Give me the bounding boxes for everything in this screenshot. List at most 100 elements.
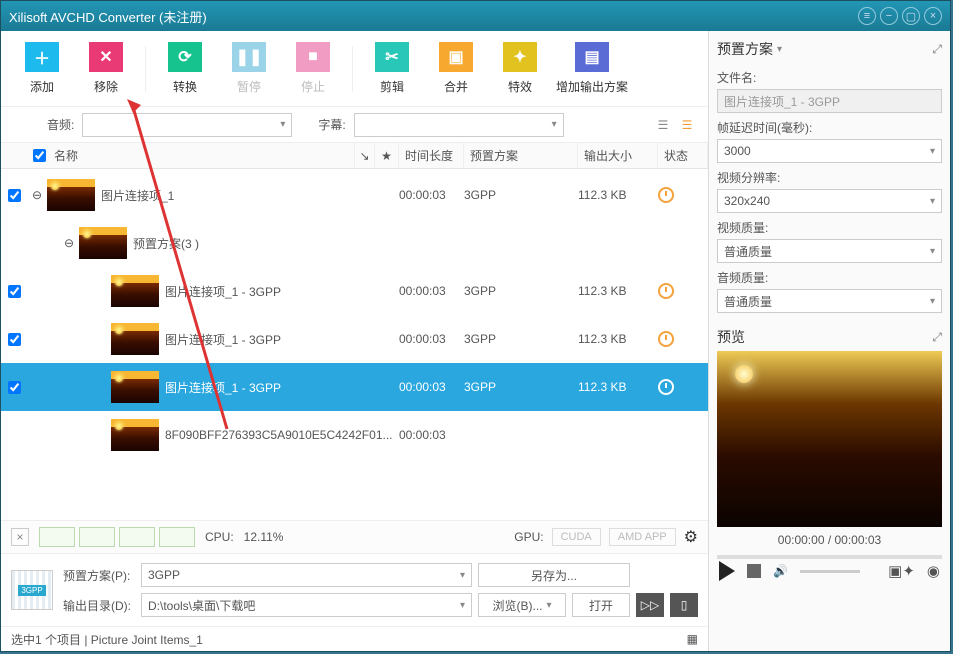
convert-start-button[interactable]: ▷▷ (636, 593, 664, 617)
view-list-icon[interactable]: ☰ (654, 117, 672, 133)
output-panel: 3GPP 预置方案(P): 3GPP▾ 另存为... 输出目录(D): D:\t… (1, 554, 708, 627)
col-star[interactable]: ★ (375, 143, 399, 168)
list-row[interactable]: 图片连接项_1 - 3GPP 00:00:03 3GPP 112.3 KB (1, 267, 708, 315)
row-preset: 3GPP (464, 380, 578, 394)
row-size: 112.3 KB (578, 332, 658, 346)
pause-button[interactable]: ❚❚暂停 (218, 42, 280, 95)
stop-button[interactable]: ■停止 (282, 42, 344, 95)
maximize-icon[interactable]: ▢ (902, 7, 920, 25)
cut-button[interactable]: ✂剪辑 (361, 42, 423, 95)
filename-label: 文件名: (717, 69, 942, 86)
expand-icon[interactable]: ⊖ (59, 236, 79, 250)
convert-button[interactable]: ⟳转换 (154, 42, 216, 95)
resolution-select[interactable]: 320x240▾ (717, 189, 942, 213)
close-cpu-icon[interactable]: × (11, 528, 29, 546)
delay-select[interactable]: 3000▾ (717, 139, 942, 163)
list-row[interactable]: 图片连接项_1 - 3GPP 00:00:03 3GPP 112.3 KB (1, 315, 708, 363)
cpu-row: × CPU:12.11% GPU: CUDA AMD APP ⚙ (1, 520, 708, 554)
snapshot-icon[interactable]: ▣✦ (888, 562, 915, 580)
profile-select[interactable]: 3GPP▾ (141, 563, 472, 587)
profile-label: 预置方案(P): (63, 567, 135, 584)
header-checkbox[interactable] (33, 149, 46, 162)
preview-slider[interactable] (717, 555, 942, 559)
filename-input[interactable]: 图片连接项_1 - 3GPP (717, 89, 942, 113)
cpu-value: 12.11% (244, 530, 284, 544)
status-bar: 选中1 个项目 | Picture Joint Items_1 ▦ (1, 627, 708, 651)
row-size: 112.3 KB (578, 188, 658, 202)
camera-icon[interactable]: ◉ (927, 562, 940, 580)
row-preset: 3GPP (464, 332, 578, 346)
effects-button[interactable]: ✦特效 (489, 42, 551, 95)
device-button[interactable]: ▯ (670, 593, 698, 617)
close-icon[interactable]: × (924, 7, 942, 25)
row-size: 112.3 KB (578, 284, 658, 298)
row-checkbox[interactable] (8, 189, 21, 202)
list-row[interactable]: ⊖ 图片连接项_1 00:00:03 3GPP 112.3 KB (1, 171, 708, 219)
row-checkbox[interactable] (8, 333, 21, 346)
saveas-button[interactable]: 另存为... (478, 563, 630, 587)
col-preset[interactable]: 预置方案 (464, 143, 578, 168)
chevron-down-icon[interactable]: ▾ (777, 44, 782, 55)
expand-icon[interactable]: ⤢ (932, 330, 942, 345)
row-preset: 3GPP (464, 188, 578, 202)
resolution-label: 视频分辨率: (717, 169, 942, 186)
dir-select[interactable]: D:\tools\桌面\下载吧▾ (141, 593, 472, 617)
thumbnail (111, 323, 159, 355)
audioquality-label: 音频质量: (717, 269, 942, 286)
row-duration: 00:00:03 (399, 188, 464, 202)
expand-icon[interactable]: ⊖ (27, 188, 47, 202)
list-row[interactable]: 图片连接项_1 - 3GPP 00:00:03 3GPP 112.3 KB (1, 363, 708, 411)
clock-icon (658, 379, 674, 395)
row-checkbox[interactable] (8, 381, 21, 394)
minimize-icon[interactable]: − (880, 7, 898, 25)
menu-icon[interactable]: ≡ (858, 7, 876, 25)
titlebar[interactable]: Xilisoft AVCHD Converter (未注册) ≡ − ▢ × (1, 1, 950, 31)
list-row[interactable]: 8F090BFF276393C5A9010E5C4242F01... 00:00… (1, 411, 708, 459)
col-duration[interactable]: 时间长度 (399, 143, 464, 168)
thumbnail (79, 227, 127, 259)
merge-button[interactable]: ▣合并 (425, 42, 487, 95)
stop-button[interactable] (747, 564, 761, 578)
row-status (658, 331, 708, 347)
row-status (658, 187, 708, 203)
clock-icon (658, 283, 674, 299)
row-duration: 00:00:03 (399, 380, 464, 394)
profile-icon: 3GPP (11, 570, 53, 610)
remove-button[interactable]: ✕移除 (75, 42, 137, 95)
add-button[interactable]: ＋添加 (11, 42, 73, 95)
view-grid-icon[interactable]: ☰ (678, 117, 696, 133)
row-checkbox[interactable] (8, 285, 21, 298)
info-icon[interactable]: ▦ (687, 632, 698, 646)
play-button[interactable] (719, 561, 735, 581)
volume-icon[interactable]: 🔊 (773, 564, 788, 578)
cuda-chip[interactable]: CUDA (552, 528, 601, 546)
row-duration: 00:00:03 (399, 284, 464, 298)
gear-icon[interactable]: ⚙ (684, 527, 698, 547)
col-arrow[interactable]: ↘ (355, 143, 375, 168)
preview-area[interactable] (717, 351, 942, 527)
delay-label: 帧延迟时间(毫秒): (717, 119, 942, 136)
col-status[interactable]: 状态 (658, 143, 708, 168)
audioquality-select[interactable]: 普通质量▾ (717, 289, 942, 313)
browse-button[interactable]: 浏览(B)...▾ (478, 593, 566, 617)
volume-slider[interactable] (800, 570, 860, 573)
subtitle-select[interactable]: ▾ (354, 113, 564, 137)
chevron-down-icon: ▾ (930, 246, 935, 257)
thumbnail (111, 275, 159, 307)
chevron-down-icon: ▾ (280, 119, 285, 130)
right-pane: 预置方案▾⤢ 文件名: 图片连接项_1 - 3GPP 帧延迟时间(毫秒): 30… (709, 31, 950, 651)
amd-chip[interactable]: AMD APP (609, 528, 676, 546)
open-button[interactable]: 打开 (572, 593, 630, 617)
col-name[interactable]: 名称 (54, 147, 78, 164)
preview-section-title: 预览 (717, 327, 745, 347)
row-status (658, 379, 708, 395)
row-size: 112.3 KB (578, 380, 658, 394)
videoquality-select[interactable]: 普通质量▾ (717, 239, 942, 263)
expand-icon[interactable]: ⤢ (932, 42, 942, 57)
list-row[interactable]: ⊖ 预置方案(3 ) (1, 219, 708, 267)
window-title: Xilisoft AVCHD Converter (未注册) (9, 7, 858, 26)
chevron-down-icon: ▾ (930, 146, 935, 157)
add-profile-button[interactable]: ▤增加输出方案 (553, 42, 631, 95)
col-size[interactable]: 输出大小 (578, 143, 658, 168)
row-duration: 00:00:03 (399, 428, 464, 442)
